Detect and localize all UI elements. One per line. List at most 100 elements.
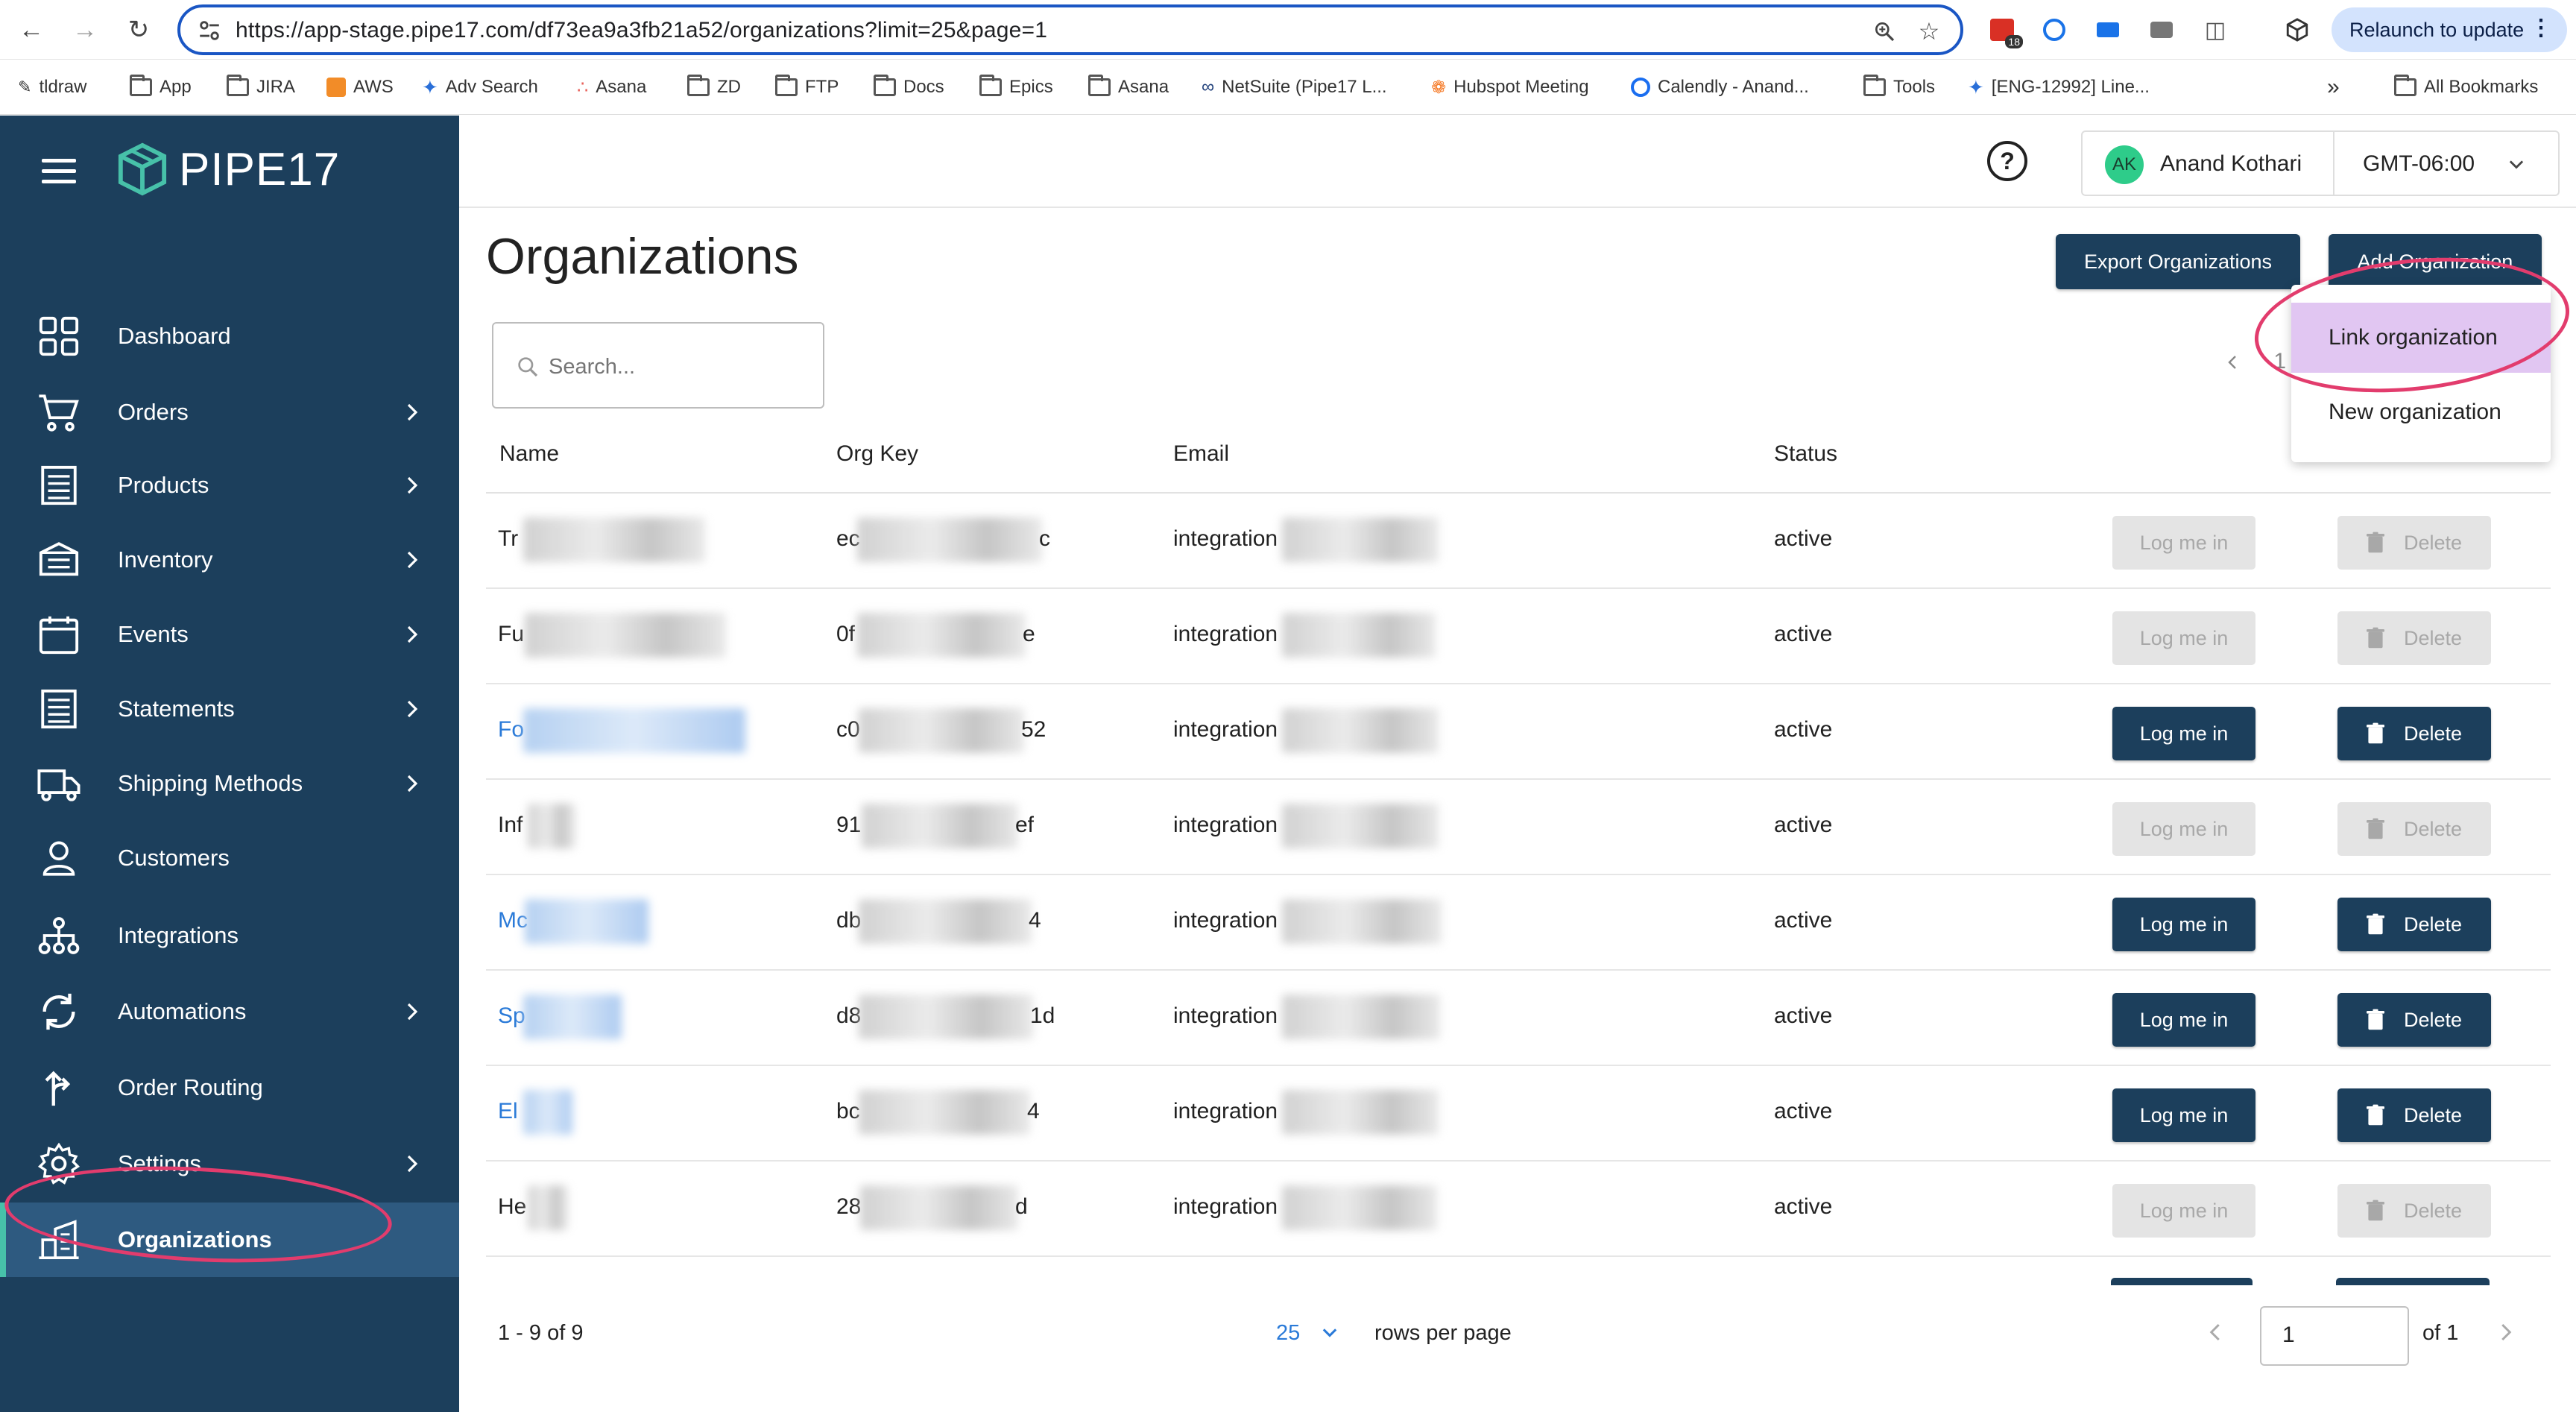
delete-button[interactable]: Delete bbox=[2337, 993, 2491, 1047]
column-header-email[interactable]: Email bbox=[1173, 441, 1229, 467]
user-menu[interactable]: AK Anand Kothari GMT-06:00 bbox=[2081, 130, 2560, 196]
sidebar-item-label: Events bbox=[118, 621, 189, 647]
camera-extension-icon[interactable] bbox=[2145, 13, 2178, 46]
bookmark-item[interactable]: ❁ Hubspot Meeting bbox=[1431, 75, 1589, 100]
log-me-in-button[interactable]: Log me in bbox=[2112, 516, 2255, 570]
rows-per-page-select[interactable]: 25 bbox=[1276, 1321, 1300, 1346]
hamburger-menu-icon[interactable] bbox=[42, 159, 76, 186]
sidebar-item-organizations[interactable]: Organizations bbox=[0, 1203, 459, 1277]
forward-arrow-icon[interactable]: → bbox=[67, 12, 103, 48]
bookmark-folder[interactable]: JIRA bbox=[227, 75, 295, 100]
page-number-input[interactable]: 1 bbox=[2260, 1306, 2409, 1366]
zoom-icon[interactable] bbox=[1869, 16, 1899, 46]
password-extension-icon[interactable] bbox=[2038, 13, 2071, 46]
statement-icon bbox=[41, 689, 77, 729]
delete-button[interactable]: Delete bbox=[2337, 898, 2491, 951]
delete-button[interactable]: Delete bbox=[2337, 1088, 2491, 1142]
more-bookmarks-button[interactable]: » bbox=[2327, 75, 2340, 100]
sidebar-item-dashboard[interactable]: Dashboard bbox=[0, 299, 459, 374]
org-name-cell[interactable]: Mc bbox=[498, 908, 528, 933]
column-header-name[interactable]: Name bbox=[499, 441, 559, 467]
site-settings-icon[interactable] bbox=[197, 18, 222, 43]
sidebar-item-shipping-methods[interactable]: Shipping Methods bbox=[0, 746, 459, 821]
delete-button[interactable]: Delete bbox=[2337, 1184, 2491, 1238]
bookmark-folder[interactable]: ZD bbox=[687, 75, 741, 100]
table-row: El bc 4 integration active Log me in Del… bbox=[486, 1066, 2551, 1162]
sidebar-item-order-routing[interactable]: Order Routing bbox=[0, 1050, 459, 1125]
chevron-down-icon[interactable] bbox=[2506, 154, 2527, 175]
chevron-down-icon[interactable] bbox=[1319, 1323, 1340, 1343]
sidebar-item-inventory[interactable]: Inventory bbox=[0, 523, 459, 597]
calendar-extension-icon[interactable]: 18 bbox=[1986, 13, 2023, 48]
sidebar-item-statements[interactable]: Statements bbox=[0, 672, 459, 746]
bookmark-item[interactable]: ✦ Adv Search bbox=[422, 75, 538, 100]
log-me-in-button[interactable]: Log me in bbox=[2112, 707, 2255, 760]
relaunch-button[interactable]: Relaunch to update ⋮ bbox=[2332, 7, 2567, 52]
redacted-name bbox=[525, 899, 648, 944]
user-name[interactable]: Anand Kothari bbox=[2160, 151, 2302, 177]
timezone-select[interactable]: GMT-06:00 bbox=[2363, 151, 2475, 177]
bookmark-item[interactable]: Calendly - Anand... bbox=[1631, 75, 1809, 100]
previous-page-icon[interactable] bbox=[2205, 1321, 2227, 1343]
screen-extension-icon[interactable] bbox=[2092, 13, 2124, 46]
log-me-in-button[interactable]: Log me in bbox=[2112, 993, 2255, 1047]
org-name-cell[interactable]: Fo bbox=[498, 717, 524, 743]
bookmark-folder[interactable]: Asana bbox=[1088, 75, 1169, 100]
bookmark-folder[interactable]: Epics bbox=[979, 75, 1053, 100]
folder-icon bbox=[979, 75, 1002, 96]
url-text[interactable]: https://app-stage.pipe17.com/df73ea9a3fb… bbox=[236, 18, 1047, 43]
pipe17-logo[interactable]: PIPE17 bbox=[116, 138, 340, 201]
bookmark-star-icon[interactable]: ☆ bbox=[1914, 16, 1944, 46]
delete-button[interactable]: Delete bbox=[2337, 707, 2491, 760]
sidebar-item-customers[interactable]: Customers bbox=[0, 821, 459, 895]
org-name-cell[interactable]: El bbox=[498, 1099, 518, 1124]
profile-cube-icon[interactable] bbox=[2281, 13, 2314, 46]
column-header-status[interactable]: Status bbox=[1774, 441, 1837, 467]
search-input[interactable] bbox=[549, 350, 802, 383]
column-header-org-key[interactable]: Org Key bbox=[836, 441, 918, 467]
help-icon[interactable]: ? bbox=[1987, 141, 2027, 181]
delete-button[interactable]: Delete bbox=[2337, 611, 2491, 665]
search-field[interactable] bbox=[492, 322, 824, 409]
delete-button[interactable]: Delete bbox=[2337, 516, 2491, 570]
sidebar-item-integrations[interactable]: Integrations bbox=[0, 898, 459, 973]
bookmark-item[interactable]: ∞ NetSuite (Pipe17 L... bbox=[1202, 75, 1387, 100]
bookmark-folder[interactable]: Docs bbox=[874, 75, 944, 100]
sidebar-item-automations[interactable]: Automations bbox=[0, 974, 459, 1049]
relaunch-label: Relaunch to update bbox=[2349, 18, 2525, 41]
divider bbox=[2333, 132, 2334, 195]
bookmark-item[interactable]: ∴ Asana bbox=[577, 75, 646, 100]
menu-item-link-organization[interactable]: Link organization bbox=[2291, 303, 2551, 373]
log-me-in-button[interactable]: Log me in bbox=[2112, 611, 2255, 665]
menu-item-new-organization[interactable]: New organization bbox=[2291, 377, 2551, 447]
bookmark-item[interactable]: ✎ tldraw bbox=[18, 75, 86, 100]
export-organizations-button[interactable]: Export Organizations bbox=[2056, 234, 2300, 289]
chevron-left-icon[interactable] bbox=[2224, 353, 2242, 371]
bookmark-folder[interactable]: FTP bbox=[775, 75, 839, 100]
log-me-in-button[interactable]: Log me in bbox=[2112, 1088, 2255, 1142]
bookmark-folder[interactable]: Tools bbox=[1863, 75, 1935, 100]
sidebar-item-products[interactable]: Products bbox=[0, 448, 459, 523]
bookmark-item[interactable]: AWS bbox=[326, 75, 394, 100]
reload-icon[interactable]: ↻ bbox=[121, 12, 157, 48]
log-me-in-button[interactable]: Log me in bbox=[2112, 898, 2255, 951]
avatar[interactable]: AK bbox=[2105, 145, 2144, 184]
next-page-icon[interactable] bbox=[2494, 1321, 2516, 1343]
address-bar[interactable]: https://app-stage.pipe17.com/df73ea9a3fb… bbox=[177, 4, 1963, 55]
folder-icon bbox=[687, 75, 710, 96]
all-bookmarks-folder[interactable]: All Bookmarks bbox=[2394, 75, 2538, 100]
org-name-cell[interactable]: Sp bbox=[498, 1003, 525, 1029]
add-organization-button[interactable]: Add Organization bbox=[2329, 234, 2542, 289]
bookmark-item[interactable]: ✦ [ENG-12992] Line... bbox=[1968, 75, 2150, 100]
extensions-puzzle-icon[interactable]: ◫ bbox=[2199, 13, 2232, 46]
top-page-number[interactable]: 1 bbox=[2273, 349, 2286, 374]
sidebar-item-orders[interactable]: Orders bbox=[0, 375, 459, 450]
log-me-in-button[interactable]: Log me in bbox=[2112, 1184, 2255, 1238]
delete-button[interactable]: Delete bbox=[2337, 802, 2491, 856]
log-me-in-button[interactable]: Log me in bbox=[2112, 802, 2255, 856]
sidebar-item-events[interactable]: Events bbox=[0, 597, 459, 672]
bookmark-folder[interactable]: App bbox=[130, 75, 192, 100]
back-arrow-icon[interactable]: ← bbox=[13, 12, 49, 48]
more-menu-icon[interactable]: ⋮ bbox=[2530, 15, 2552, 41]
sidebar-item-settings[interactable]: Settings bbox=[0, 1126, 459, 1201]
